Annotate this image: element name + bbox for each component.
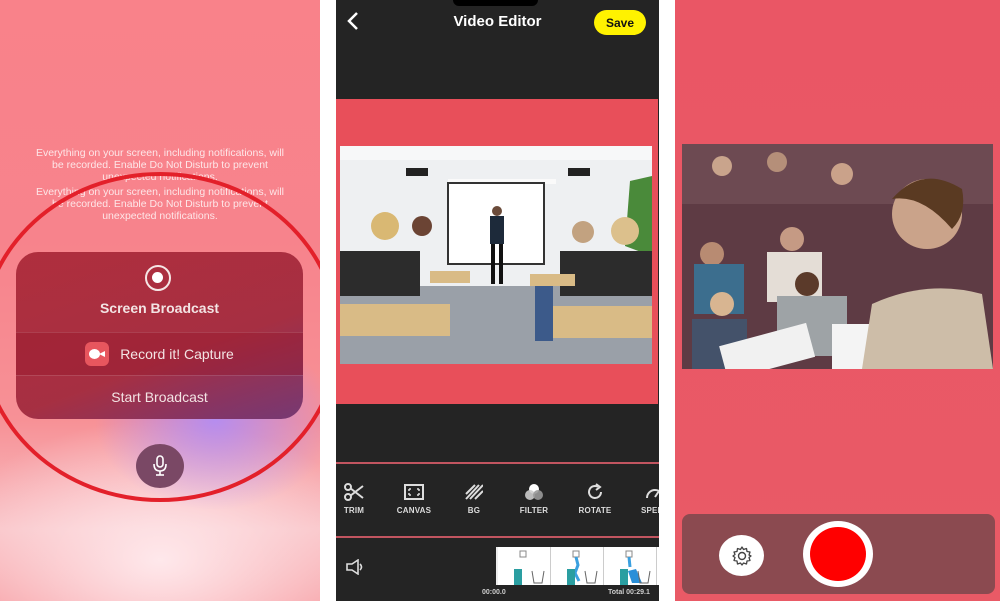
tool-filter[interactable]: FILTER xyxy=(506,482,562,515)
timeline-frame xyxy=(604,547,657,585)
audio-toggle-button[interactable] xyxy=(346,558,366,576)
tool-canvas[interactable]: CANVAS xyxy=(386,482,442,515)
tool-label: TRIM xyxy=(343,506,365,515)
video-editor-panel: Video Editor Save TRIM CANVAS BG FILTER … xyxy=(336,0,659,601)
tool-label: ROTATE xyxy=(578,506,612,515)
timeline-start-time: 00:00.0 xyxy=(482,589,506,596)
tool-label: FILTER xyxy=(519,506,549,515)
gear-icon xyxy=(731,545,752,566)
tool-rotate[interactable]: ROTATE xyxy=(567,482,623,515)
divider xyxy=(336,462,659,464)
app-option-record-it[interactable]: Record it! Capture xyxy=(16,332,303,375)
settings-button[interactable] xyxy=(719,535,764,576)
app-option-label: Record it! Capture xyxy=(120,346,234,362)
editor-toolbar: TRIM CANVAS BG FILTER ROTATE SPE xyxy=(336,482,659,522)
record-circle-icon xyxy=(145,265,171,291)
lecture-hall-preview xyxy=(682,144,993,369)
tool-trim[interactable]: TRIM xyxy=(336,482,382,515)
microphone-icon xyxy=(153,455,167,476)
timeline-frame xyxy=(551,547,604,585)
canvas-icon xyxy=(404,484,424,500)
start-broadcast-button[interactable]: Start Broadcast xyxy=(16,375,303,418)
filter-icon xyxy=(525,484,543,500)
classroom-video-frame xyxy=(340,146,652,364)
broadcast-title: Screen Broadcast xyxy=(99,300,220,316)
device-notch xyxy=(453,0,538,6)
tool-label: BG xyxy=(467,506,481,515)
speed-gauge-icon xyxy=(646,489,659,499)
speaker-icon xyxy=(346,558,363,576)
record-it-app-icon xyxy=(85,342,110,366)
timeline-frame xyxy=(498,547,551,585)
recorder-panel xyxy=(675,0,1000,601)
record-button[interactable] xyxy=(803,521,873,587)
screen-broadcast-panel: Everything on your screen, including not… xyxy=(0,0,320,601)
background-pattern-icon xyxy=(465,484,483,500)
microphone-button[interactable] xyxy=(136,444,184,488)
video-canvas xyxy=(336,99,658,404)
tool-label: CANVAS xyxy=(396,506,432,515)
timeline-total-time: Total 00:29.1 xyxy=(608,589,650,596)
tool-speed[interactable]: SPEED xyxy=(627,482,659,515)
video-timeline[interactable] xyxy=(496,547,659,585)
tool-label: SPEED xyxy=(640,506,659,515)
save-button[interactable]: Save xyxy=(594,10,646,35)
rotate-icon xyxy=(588,483,602,499)
tool-bg[interactable]: BG xyxy=(446,482,502,515)
start-broadcast-label: Start Broadcast xyxy=(111,389,208,405)
scissors-icon xyxy=(344,483,364,501)
divider xyxy=(336,536,659,538)
broadcast-card: Screen Broadcast Record it! Capture Star… xyxy=(16,252,303,419)
recording-controls xyxy=(682,514,995,594)
